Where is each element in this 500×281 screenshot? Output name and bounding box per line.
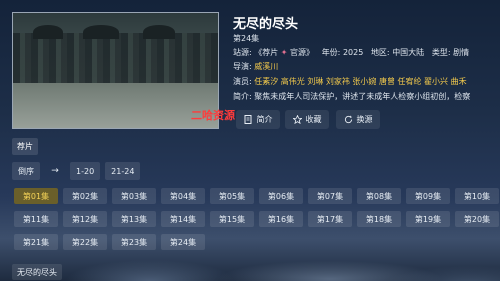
episode-button[interactable]: 第20集 <box>455 211 499 227</box>
document-icon <box>244 115 253 124</box>
episode-button[interactable]: 第17集 <box>308 211 352 227</box>
episode-button[interactable]: 第16集 <box>259 211 303 227</box>
episode-button[interactable]: 第19集 <box>406 211 450 227</box>
episode-button[interactable]: 第07集 <box>308 188 352 204</box>
range-21-24-button[interactable]: 21-24 <box>105 162 141 180</box>
type-value: 剧情 <box>453 48 470 57</box>
type-label: 类型: <box>431 48 451 57</box>
watermark-text: 二哈资源 <box>191 109 235 122</box>
cast-links[interactable]: 任素汐 高伟光 刘琳 刘家祎 张小婉 唐曾 任宥纶 翟小兴 曲禾 <box>254 77 466 86</box>
range-row: 倒序 → 1-20 21-24 <box>12 162 141 180</box>
episode-button[interactable]: 第05集 <box>210 188 254 204</box>
poster-umbrella <box>83 25 119 39</box>
bottom-title-label: 无尽的尽头 <box>12 264 62 280</box>
switch-source-button-label: 换源 <box>356 115 373 124</box>
year-value: 2025 <box>342 48 364 57</box>
director-link[interactable]: 威溪川 <box>254 62 278 71</box>
source-tab[interactable]: 荐片 <box>12 138 38 155</box>
poster-umbrella <box>33 25 63 39</box>
episode-grid: 第01集 第02集 第03集 第04集 第05集 第06集 第07集 第08集 … <box>14 188 499 250</box>
episode-button[interactable]: 第18集 <box>357 211 401 227</box>
intro-text: 聚焦未成年人司法保护，讲述了未成年人检察小组初创，检察 <box>254 92 471 101</box>
episode-button[interactable]: 第02集 <box>63 188 107 204</box>
site-value: 《荐片 <box>254 48 279 57</box>
range-1-20-button[interactable]: 1-20 <box>70 162 101 180</box>
episode-button[interactable]: 第01集 <box>14 188 58 204</box>
favorite-button[interactable]: 收藏 <box>285 110 329 129</box>
arrow-right-icon: → <box>51 166 59 176</box>
info-row-source: 站源: 《荐片 ✦ 官源》 年份: 2025 地区: 中国大陆 类型: 剧情 <box>233 47 493 58</box>
director-label: 导演: <box>233 62 252 71</box>
episode-button[interactable]: 第12集 <box>63 211 107 227</box>
info-row-intro: 简介: 聚焦未成年人司法保护，讲述了未成年人检察小组初创，检察 <box>233 91 493 102</box>
star-icon <box>292 115 302 124</box>
intro-button-label: 简介 <box>256 115 273 124</box>
site-label: 站源: <box>233 48 252 57</box>
favorite-button-label: 收藏 <box>305 115 322 124</box>
intro-label: 简介: <box>233 92 252 101</box>
episode-button[interactable]: 第14集 <box>161 211 205 227</box>
episode-button[interactable]: 第06集 <box>259 188 303 204</box>
episode-button[interactable]: 第08集 <box>357 188 401 204</box>
episode-button[interactable]: 第23集 <box>112 234 156 250</box>
region-label: 地区: <box>370 48 390 57</box>
refresh-icon <box>344 115 353 124</box>
page-title: 无尽的尽头 <box>233 17 299 32</box>
episode-button[interactable]: 第22集 <box>63 234 107 250</box>
episode-button[interactable]: 第03集 <box>112 188 156 204</box>
switch-source-button[interactable]: 换源 <box>336 110 380 129</box>
site-dot-icon: ✦ <box>280 48 288 57</box>
poster-image <box>12 12 219 129</box>
episode-button[interactable]: 第04集 <box>161 188 205 204</box>
order-toggle-button[interactable]: 倒序 <box>12 162 40 180</box>
info-row-cast: 演员: 任素汐 高伟光 刘琳 刘家祎 张小婉 唐曾 任宥纶 翟小兴 曲禾 <box>233 76 493 87</box>
episode-button[interactable]: 第13集 <box>112 211 156 227</box>
cast-label: 演员: <box>233 77 252 86</box>
episode-count: 第24集 <box>233 34 260 43</box>
site-value2: 官源》 <box>290 48 315 57</box>
year-label: 年份: <box>321 48 341 57</box>
episode-button[interactable]: 第15集 <box>210 211 254 227</box>
poster-ground <box>13 83 218 128</box>
episode-button[interactable]: 第09集 <box>406 188 450 204</box>
episode-button[interactable]: 第24集 <box>161 234 205 250</box>
poster-umbrella <box>143 25 175 39</box>
region-value: 中国大陆 <box>392 48 425 57</box>
info-row-director: 导演: 威溪川 <box>233 61 278 72</box>
episode-button[interactable]: 第11集 <box>14 211 58 227</box>
episode-button[interactable]: 第21集 <box>14 234 58 250</box>
episode-button[interactable]: 第10集 <box>455 188 499 204</box>
intro-button[interactable]: 简介 <box>236 110 280 129</box>
poster-crowd <box>13 33 218 88</box>
